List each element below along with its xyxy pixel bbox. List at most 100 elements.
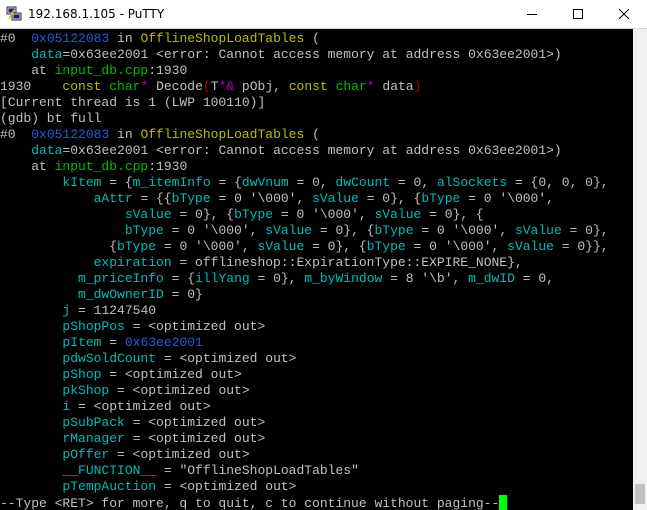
terminal-line: bType = 0 '\000', sValue = 0}, {bType = … bbox=[0, 223, 609, 239]
terminal-text: bType bbox=[117, 239, 157, 254]
scrollbar-thumb[interactable] bbox=[635, 484, 645, 504]
terminal-line: pShopPos = <optimized out> bbox=[0, 319, 265, 335]
terminal-text: m_itemInfo bbox=[132, 175, 211, 190]
terminal-text: = 0}}, bbox=[553, 239, 609, 254]
terminal-line: at input_db.cpp:1930 bbox=[0, 63, 187, 79]
terminal-text: = <optimized out> bbox=[156, 479, 297, 494]
terminal-text: at bbox=[0, 63, 55, 78]
terminal-line: pdwSoldCount = <optimized out> bbox=[0, 351, 296, 367]
terminal-text: sValue bbox=[257, 239, 305, 254]
terminal-text: = 0}, { bbox=[171, 207, 235, 222]
terminal-text: pdwSoldCount bbox=[62, 351, 157, 366]
terminal-text: --Type <RET> for more, q to quit, c to c… bbox=[0, 496, 500, 510]
terminal-text: pItem bbox=[62, 335, 102, 350]
terminal-line: 1930 const char* Decode(T*& pObj, const … bbox=[0, 79, 421, 95]
terminal-text: = 0}, { bbox=[421, 207, 484, 222]
terminal-text: = 0 '\000', bbox=[156, 239, 258, 254]
terminal-text: = <optimized out> bbox=[70, 399, 211, 414]
terminal-text: = 0 '\000', bbox=[405, 239, 508, 254]
terminal-line: (gdb) bt full bbox=[0, 111, 101, 127]
terminal-text: = 0 '\000', bbox=[163, 223, 266, 238]
terminal-line: rManager = <optimized out> bbox=[0, 431, 265, 447]
terminal-text: OfflineShopLoadTables bbox=[140, 31, 305, 46]
minimize-icon bbox=[527, 8, 537, 22]
terminal-text: = 0} bbox=[163, 287, 203, 302]
terminal-text: bType bbox=[421, 191, 461, 206]
terminal-text: sValue bbox=[507, 239, 554, 254]
terminal-output[interactable]: #0 0x05122083 in OfflineShopLoadTables (… bbox=[0, 29, 633, 510]
terminal-text: = 0}, bbox=[561, 223, 609, 238]
terminal-text: :1930 bbox=[148, 159, 188, 174]
terminal-text: data bbox=[374, 79, 414, 94]
terminal-text: aAttr bbox=[93, 191, 133, 206]
terminal-text: = 0 '\000', bbox=[273, 207, 375, 222]
terminal-text: = <optimized out> bbox=[101, 367, 242, 382]
terminal-text: =0x63ee2001 <error: Cannot access memory… bbox=[62, 143, 562, 158]
terminal-text: = <optimized out> bbox=[156, 351, 297, 366]
terminal-text: dwVnum bbox=[241, 175, 289, 190]
vertical-scrollbar[interactable] bbox=[633, 29, 647, 510]
terminal-line: data=0x63ee2001 <error: Cannot access me… bbox=[0, 143, 562, 159]
terminal-text: = { bbox=[101, 175, 133, 190]
terminal-text: = 8 '\b', bbox=[382, 271, 469, 286]
terminal-line: data=0x63ee2001 <error: Cannot access me… bbox=[0, 47, 562, 63]
terminal-text: 1930 bbox=[0, 79, 63, 94]
terminal-line: #0 0x05122083 in OfflineShopLoadTables ( bbox=[0, 31, 320, 47]
terminal-text: sValue bbox=[374, 207, 422, 222]
terminal-text: =0x63ee2001 <error: Cannot access memory… bbox=[62, 47, 562, 62]
terminal-line: __FUNCTION__ = "OfflineShopLoadTables" bbox=[0, 463, 358, 479]
terminal-line: pTempAuction = <optimized out> bbox=[0, 479, 296, 495]
terminal-text: = offlineshop::ExpirationType::EXPIRE_NO… bbox=[171, 255, 523, 270]
terminal-text: ( bbox=[202, 79, 211, 94]
terminal-text: = <optimized out> bbox=[124, 319, 266, 334]
terminal-text: pShopPos bbox=[62, 319, 125, 334]
terminal-text: rManager bbox=[62, 431, 125, 446]
terminal-line: [Current thread is 1 (LWP 100110)] bbox=[0, 95, 265, 111]
terminal-text: [Current thread is 1 (LWP 100110)] bbox=[0, 95, 266, 110]
terminal-text: = { bbox=[210, 175, 242, 190]
close-icon bbox=[618, 8, 630, 22]
terminal-line: pSubPack = <optimized out> bbox=[0, 415, 265, 431]
maximize-button[interactable] bbox=[555, 0, 601, 29]
terminal-text: bType bbox=[366, 239, 406, 254]
terminal-text: = {0, 0, 0}, bbox=[507, 175, 609, 190]
terminal-text: = 0, bbox=[390, 175, 437, 190]
terminal-text: = {{ bbox=[132, 191, 172, 206]
terminal-line: pOffer = <optimized out> bbox=[0, 447, 249, 463]
terminal-text: ( bbox=[304, 127, 320, 142]
terminal-text: = 0 '\000', bbox=[413, 223, 515, 238]
terminal-text: input_db.cpp bbox=[54, 63, 149, 78]
terminal-text: sValue bbox=[265, 223, 313, 238]
terminal-text: = 0 '\000', bbox=[210, 191, 313, 206]
terminal-text: pShop bbox=[62, 367, 102, 382]
title-bar[interactable]: 192.168.1.105 - PuTTY bbox=[0, 0, 647, 29]
terminal-line: kItem = {m_itemInfo = {dwVnum = 0, dwCou… bbox=[0, 175, 609, 191]
terminal-line: --Type <RET> for more, q to quit, c to c… bbox=[0, 495, 508, 510]
terminal-text: char bbox=[335, 79, 367, 94]
close-button[interactable] bbox=[601, 0, 647, 29]
putty-icon[interactable] bbox=[6, 6, 22, 22]
terminal-line: m_dwOwnerID = 0} bbox=[0, 287, 203, 303]
terminal-text: = { bbox=[163, 271, 196, 286]
terminal-text: = 0}, { bbox=[358, 191, 422, 206]
terminal-text: pObj, bbox=[234, 79, 289, 94]
terminal-text: pSubPack bbox=[62, 415, 125, 430]
terminal-text: input_db.cpp bbox=[54, 159, 149, 174]
terminal-text: 0x63ee2001 bbox=[124, 335, 203, 350]
window-title: 192.168.1.105 - PuTTY bbox=[28, 7, 165, 21]
minimize-button[interactable] bbox=[509, 0, 555, 29]
terminal-text: :1930 bbox=[148, 63, 188, 78]
terminal-text: = 0, bbox=[288, 175, 336, 190]
